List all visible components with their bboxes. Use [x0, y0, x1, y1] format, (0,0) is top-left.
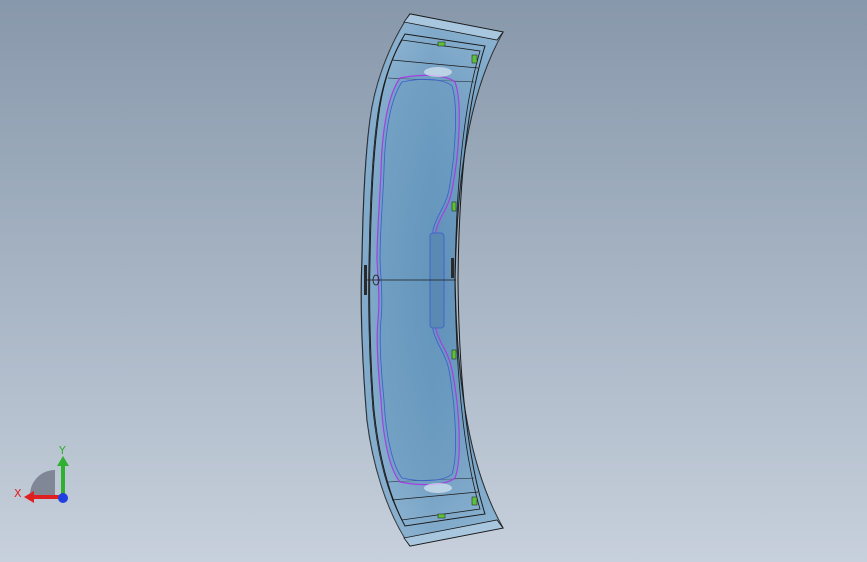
left-mark-1 — [364, 265, 367, 295]
z-axis-dot — [58, 493, 68, 503]
top-highlight — [424, 67, 452, 77]
glass-panel-model[interactable] — [0, 0, 867, 562]
x-axis-label: X — [14, 487, 22, 500]
left-mark-2 — [451, 258, 454, 278]
y-axis-arrowhead — [57, 456, 69, 466]
clip-right-upper — [451, 201, 457, 212]
y-axis-label: Y — [58, 444, 66, 457]
3d-viewport[interactable]: Y X — [0, 0, 867, 562]
clip-top — [437, 41, 446, 47]
bottom-highlight — [424, 483, 452, 493]
coordinate-triad: Y X — [14, 444, 69, 503]
clip-bottom — [437, 513, 446, 519]
clip-right-lower — [451, 349, 457, 360]
sensor-area — [429, 232, 445, 329]
x-axis-arrowhead — [24, 491, 34, 503]
clip-bottom-right — [471, 496, 478, 506]
clip-top-right — [471, 54, 478, 64]
